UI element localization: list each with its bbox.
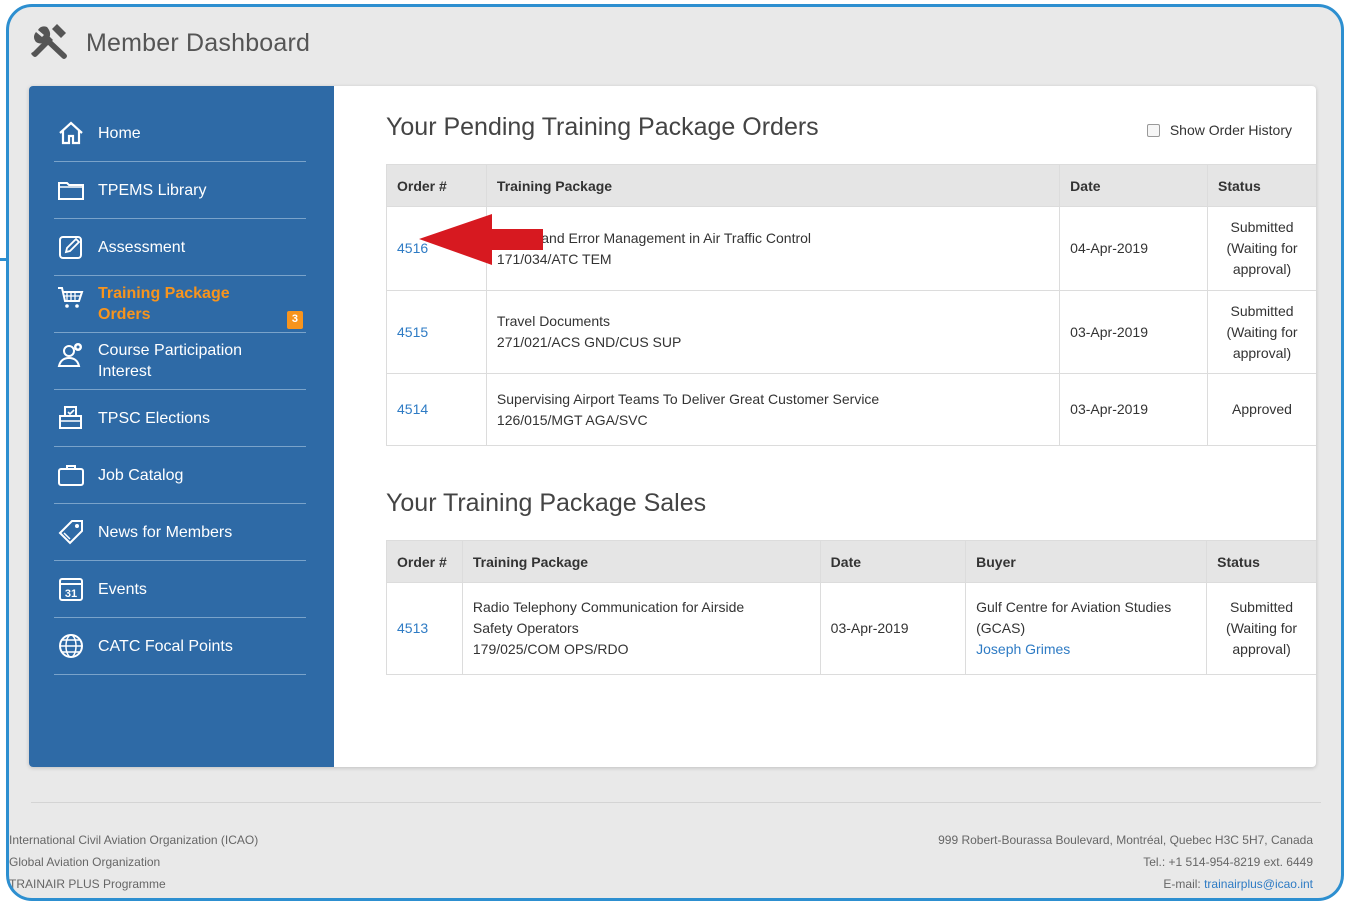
footer-organization: International Civil Aviation Organizatio… [9,829,258,895]
orders-count-badge: 3 [286,311,303,329]
column-header-date: Date [1059,164,1209,207]
footer-contact: 999 Robert-Bourassa Boulevard, Montréal,… [938,829,1313,895]
column-header-buyer: Buyer [965,540,1208,583]
show-order-history-label: Show Order History [1169,122,1292,138]
sales-table: Order # Training Package Date Buyer Stat… [386,540,1316,675]
sidebar-item-label: Training Package Orders [98,285,230,323]
date-cell: 04-Apr-2019 [1059,206,1209,291]
package-code: 179/025/COM OPS/RDO [472,641,629,657]
folder-icon [57,176,91,204]
package-name: Supervising Airport Teams To Deliver Gre… [496,390,880,407]
package-code: 271/021/ACS GND/CUS SUP [496,334,682,350]
sidebar-item-label: Course Participation Interest [98,342,243,380]
package-cell: Supervising Airport Teams To Deliver Gre… [485,373,1061,446]
sidebar-item-catc-focal-points[interactable]: CATC Focal Points [54,618,306,675]
order-number-link[interactable]: 4514 [386,373,487,446]
footer-email: E-mail: trainairplus@icao.int [938,873,1313,895]
sidebar-item-news-for-members[interactable]: News for Members [54,504,306,561]
package-name: Travel Documents [496,313,610,329]
package-cell: Threat and Error Management in Air Traff… [485,206,1061,291]
table-row: 4515 Travel Documents 271/021/ACS GND/CU… [386,290,1316,374]
package-cell: Radio Telephony Communication for Airsid… [461,582,821,675]
sales-title: Your Training Package Sales [386,489,707,517]
column-header-date: Date [819,540,967,583]
calendar-icon: 31 [57,575,91,603]
home-icon [57,119,91,147]
table-header-row: Order # Training Package Date Buyer Stat… [386,540,1316,583]
sidebar-item-label: Events [98,580,147,598]
sidebar-item-events[interactable]: 31 Events [54,561,306,618]
globe-icon [57,632,91,660]
package-code: 171/034/ATC TEM [496,250,612,267]
sidebar-item-label: Home [98,124,141,142]
page-title: Member Dashboard [86,28,311,57]
user-pin-icon [57,341,91,369]
status-cell: Approved [1207,373,1316,446]
status-cell: Submitted (Waiting for approval) [1207,206,1316,291]
footer-divider [31,802,1321,803]
sidebar-item-label: TPSC Elections [98,409,211,427]
edit-icon [57,233,91,261]
footer-phone: Tel.: +1 514-954-8219 ext. 6449 [1143,855,1313,869]
show-order-history-checkbox[interactable] [1146,123,1160,137]
main-panel: Home TPEMS Library Assessment Training P… [29,86,1316,767]
date-cell: 03-Apr-2019 [1059,290,1209,374]
buyer-contact-link[interactable]: Joseph Grimes [976,641,1070,657]
sidebar-item-home[interactable]: Home [54,105,306,162]
sidebar-item-label: TPEMS Library [98,181,207,199]
sidebar: Home TPEMS Library Assessment Training P… [29,86,334,767]
calendar-icon-day: 31 [65,588,77,600]
table-header-row: Order # Training Package Date Status [386,164,1316,207]
ballot-box-icon [57,404,91,432]
sidebar-item-assessment[interactable]: Assessment [54,219,306,276]
date-cell: 03-Apr-2019 [819,582,967,675]
footer-address: 999 Robert-Bourassa Boulevard, Montréal,… [938,833,1313,847]
column-header-package: Training Package [485,164,1061,207]
column-header-package: Training Package [461,540,821,583]
package-name: Threat and Error Management in Air Traff… [496,229,812,246]
sidebar-item-label: News for Members [98,523,233,541]
order-number-link[interactable]: 4513 [386,582,463,675]
sidebar-item-tpems-library[interactable]: TPEMS Library [54,162,306,219]
package-name: Radio Telephony Communication for Airsid… [472,599,745,636]
status-cell: Submitted (Waiting for approval) [1207,290,1316,374]
date-cell: 03-Apr-2019 [1059,373,1209,446]
buyer-cell: Gulf Centre for Aviation Studies (GCAS) … [965,582,1208,675]
sidebar-item-job-catalog[interactable]: Job Catalog [54,447,306,504]
sidebar-item-label: CATC Focal Points [98,637,233,655]
package-code: 126/015/MGT AGA/SVC [496,411,648,428]
table-row: 4514 Supervising Airport Teams To Delive… [386,373,1316,446]
footer-email-label: E-mail: [1163,877,1205,891]
cart-icon [57,284,91,312]
order-number-link[interactable]: 4515 [386,290,487,374]
package-cell: Travel Documents 271/021/ACS GND/CUS SUP [485,290,1061,374]
pending-orders-title: Your Pending Training Package Orders [386,113,819,141]
column-header-status: Status [1207,164,1316,207]
footer-email-link[interactable]: trainairplus@icao.int [1204,877,1313,891]
sidebar-item-course-participation-interest[interactable]: Course Participation Interest [54,333,306,390]
show-order-history-toggle[interactable]: Show Order History [1146,122,1292,138]
main-content: Your Pending Training Package Orders Sho… [360,86,1316,767]
column-header-status: Status [1206,540,1316,583]
table-row: 4513 Radio Telephony Communication for A… [386,582,1316,675]
pending-orders-table: Order # Training Package Date Status 451… [386,164,1316,446]
tools-icon [27,21,71,66]
header: Member Dashboard [27,23,310,63]
footer-line: International Civil Aviation Organizatio… [9,833,259,847]
footer-line: TRAINAIR PLUS Programme [9,877,166,891]
sidebar-item-training-package-orders[interactable]: Training Package Orders 3 [54,276,306,333]
sidebar-item-label: Assessment [98,238,186,256]
column-header-order: Order # [386,540,463,583]
briefcase-icon [57,461,91,489]
tag-icon [57,518,91,546]
column-header-order: Order # [386,164,487,207]
sidebar-item-label: Job Catalog [98,466,184,484]
status-cell: Submitted (Waiting for approval) [1206,582,1316,675]
footer-line: Global Aviation Organization [9,855,161,869]
red-arrow-annotation [419,214,543,265]
buyer-organization: Gulf Centre for Aviation Studies (GCAS) [976,599,1172,636]
app-frame: Member Dashboard Home TPEMS Library Asse… [6,4,1344,901]
sidebar-item-tpsc-elections[interactable]: TPSC Elections [54,390,306,447]
